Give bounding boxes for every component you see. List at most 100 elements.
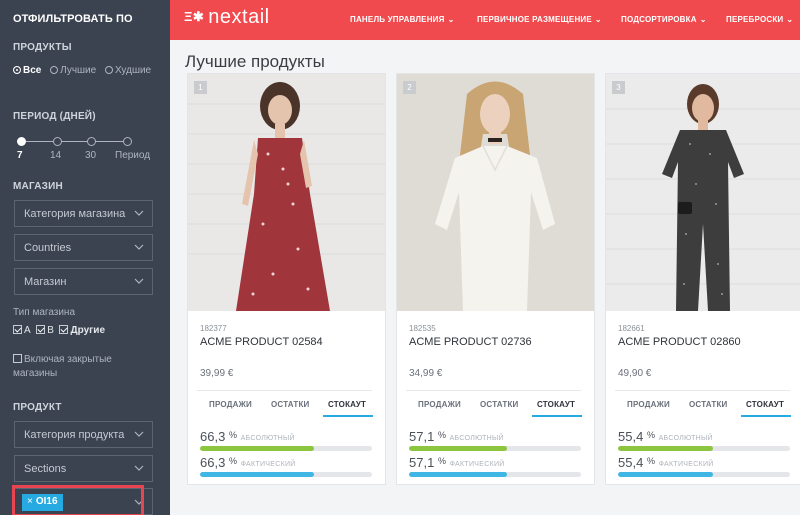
absolute-bar-fill bbox=[618, 446, 714, 451]
tab-sales[interactable]: ПРОДАЖИ bbox=[627, 400, 670, 409]
radio-all[interactable]: Все bbox=[13, 65, 41, 76]
tab-sales[interactable]: ПРОДАЖИ bbox=[418, 400, 461, 409]
radio-best[interactable]: Лучшие bbox=[50, 65, 96, 76]
slider-knob-7[interactable] bbox=[17, 137, 26, 146]
period-slider[interactable] bbox=[17, 137, 132, 147]
product-name: ACME PRODUCT 02584 bbox=[200, 336, 323, 348]
main-content: Лучшие продукты 1 182377 ACME PRODUCT 02… bbox=[170, 40, 800, 515]
product-image[interactable]: 1 bbox=[188, 74, 385, 311]
logo-text: nextail bbox=[208, 6, 270, 28]
slider-knob-period[interactable] bbox=[123, 137, 132, 146]
checkbox-icon bbox=[13, 325, 22, 334]
actual-bar bbox=[409, 472, 581, 477]
radio-icon bbox=[104, 66, 113, 74]
filter-title: ОТФИЛЬТРОВАТЬ ПО bbox=[13, 13, 133, 25]
product-card[interactable]: 3 182661 ACME PRODUCT 02860 49,90 € ПРОД… bbox=[605, 73, 800, 485]
product-sku: 182661 bbox=[618, 324, 645, 333]
absolute-bar-fill bbox=[409, 446, 508, 451]
chevron-down-icon bbox=[134, 210, 144, 216]
product-sku: 182377 bbox=[200, 324, 227, 333]
tab-stockout[interactable]: СТОКАУТ bbox=[328, 400, 366, 409]
period-label-custom: Период bbox=[115, 150, 151, 161]
chevron-down-icon: ⌄ bbox=[447, 15, 455, 24]
radio-icon bbox=[50, 66, 59, 74]
checkbox-icon bbox=[13, 354, 22, 363]
actual-bar-fill bbox=[618, 472, 714, 477]
checkbox-icon bbox=[59, 325, 69, 334]
sections-select[interactable]: Sections bbox=[14, 455, 153, 482]
product-card[interactable]: 2 182535 ACME PRODUCT 02736 34,99 € ПРОД… bbox=[396, 73, 595, 485]
metric-actual: 66,3 % ФАКТИЧЕСКИЙ bbox=[200, 455, 296, 470]
stores-heading: МАГАЗИН bbox=[13, 181, 63, 192]
app-root: ОТФИЛЬТРОВАТЬ ПО ПРОДУКТЫ Все Лучшие Худ… bbox=[0, 0, 800, 515]
store-select[interactable]: Магазин bbox=[14, 268, 153, 295]
tab-stock[interactable]: ОСТАТКИ bbox=[271, 400, 309, 409]
actual-bar-fill bbox=[409, 472, 508, 477]
metric-absolute: 55,4 % АБСОЛЮТНЫЙ bbox=[618, 429, 713, 444]
tab-sales[interactable]: ПРОДАЖИ bbox=[209, 400, 252, 409]
metric-tabs: ПРОДАЖИ ОСТАТКИ СТОКАУТ bbox=[197, 390, 373, 417]
product-category-value: Категория продукта bbox=[24, 429, 125, 441]
chevron-down-icon bbox=[134, 431, 144, 437]
metric-actual: 57,1 % ФАКТИЧЕСКИЙ bbox=[409, 455, 505, 470]
store-category-value: Категория магазина bbox=[24, 208, 126, 220]
period-label-7: 7 bbox=[17, 150, 23, 161]
product-name: ACME PRODUCT 02860 bbox=[618, 336, 741, 348]
products-heading: ПРОДУКТЫ bbox=[13, 42, 72, 53]
sections-value: Sections bbox=[24, 463, 67, 475]
metric-absolute: 66,3 % АБСОЛЮТНЫЙ bbox=[200, 429, 295, 444]
slider-track bbox=[17, 141, 132, 142]
tab-stock[interactable]: ОСТАТКИ bbox=[480, 400, 518, 409]
nav-transfers[interactable]: ПЕРЕБРОСКИ ⌄ bbox=[726, 15, 793, 24]
nav-dashboard[interactable]: ПАНЕЛЬ УПРАВЛЕНИЯ ⌄ bbox=[350, 15, 454, 24]
period-label-30: 30 bbox=[85, 150, 97, 161]
product-photo bbox=[397, 74, 594, 311]
absolute-bar bbox=[409, 446, 581, 451]
product-heading: ПРОДУКТ bbox=[13, 402, 62, 413]
store-type-checkboxes: A B Другие bbox=[13, 325, 105, 336]
metric-tabs: ПРОДАЖИ ОСТАТКИ СТОКАУТ bbox=[406, 390, 582, 417]
tab-stock[interactable]: ОСТАТКИ bbox=[689, 400, 727, 409]
product-image[interactable]: 2 bbox=[397, 74, 594, 311]
active-tab-indicator bbox=[741, 415, 791, 417]
product-price: 34,99 € bbox=[409, 368, 443, 379]
checkbox-icon bbox=[36, 325, 46, 334]
countries-value: Countries bbox=[24, 242, 72, 254]
products-radio-group: Все Лучшие Худшие bbox=[13, 64, 163, 78]
radio-worst[interactable]: Худшие bbox=[104, 65, 151, 76]
period-labels: 7 14 30 Период bbox=[13, 150, 163, 162]
metric-actual: 55,4 % ФАКТИЧЕСКИЙ bbox=[618, 455, 714, 470]
product-price: 39,99 € bbox=[200, 368, 234, 379]
nav-replenishment[interactable]: ПОДСОРТИРОВКА ⌄ bbox=[621, 15, 707, 24]
metric-absolute: 57,1 % АБСОЛЮТНЫЙ bbox=[409, 429, 504, 444]
nextail-logo[interactable]: Ξ✱ nextail bbox=[184, 6, 270, 29]
nav-initial-allocation[interactable]: ПЕРВИЧНОЕ РАЗМЕЩЕНИЕ ⌄ bbox=[477, 15, 602, 24]
slider-knob-30[interactable] bbox=[87, 137, 96, 146]
tab-stockout[interactable]: СТОКАУТ bbox=[746, 400, 784, 409]
countries-select[interactable]: Countries bbox=[14, 234, 153, 261]
product-card[interactable]: 1 182377 ACME PRODUCT 02584 39,99 € ПРОД… bbox=[187, 73, 386, 485]
tab-stockout[interactable]: СТОКАУТ bbox=[537, 400, 575, 409]
filter-sidebar: ОТФИЛЬТРОВАТЬ ПО ПРОДУКТЫ Все Лучшие Худ… bbox=[0, 0, 170, 515]
slider-knob-14[interactable] bbox=[53, 137, 62, 146]
include-closed-checkbox[interactable]: Включая закрытые магазины bbox=[13, 353, 153, 381]
product-name: ACME PRODUCT 02736 bbox=[409, 336, 532, 348]
rank-badge: 2 bbox=[403, 81, 416, 94]
checkbox-type-a[interactable]: A bbox=[13, 325, 31, 336]
chevron-down-icon bbox=[134, 465, 144, 471]
chevron-down-icon: ⌄ bbox=[594, 15, 602, 24]
chevron-down-icon: ⌄ bbox=[699, 15, 707, 24]
chevron-down-icon: ⌄ bbox=[786, 15, 794, 24]
absolute-bar bbox=[618, 446, 790, 451]
product-image[interactable]: 3 bbox=[606, 74, 800, 311]
checkbox-type-b[interactable]: B bbox=[36, 325, 54, 336]
product-category-select[interactable]: Категория продукта bbox=[14, 421, 153, 448]
product-sku: 182535 bbox=[409, 324, 436, 333]
actual-bar-fill bbox=[200, 472, 315, 477]
checkbox-type-other[interactable]: Другие bbox=[59, 325, 105, 336]
active-tab-indicator bbox=[532, 415, 582, 417]
top-navbar: Ξ✱ nextail ПАНЕЛЬ УПРАВЛЕНИЯ ⌄ ПЕРВИЧНОЕ Р… bbox=[170, 0, 800, 40]
metric-tabs: ПРОДАЖИ ОСТАТКИ СТОКАУТ bbox=[615, 390, 791, 417]
store-value: Магазин bbox=[24, 276, 67, 288]
store-category-select[interactable]: Категория магазина bbox=[14, 200, 153, 227]
